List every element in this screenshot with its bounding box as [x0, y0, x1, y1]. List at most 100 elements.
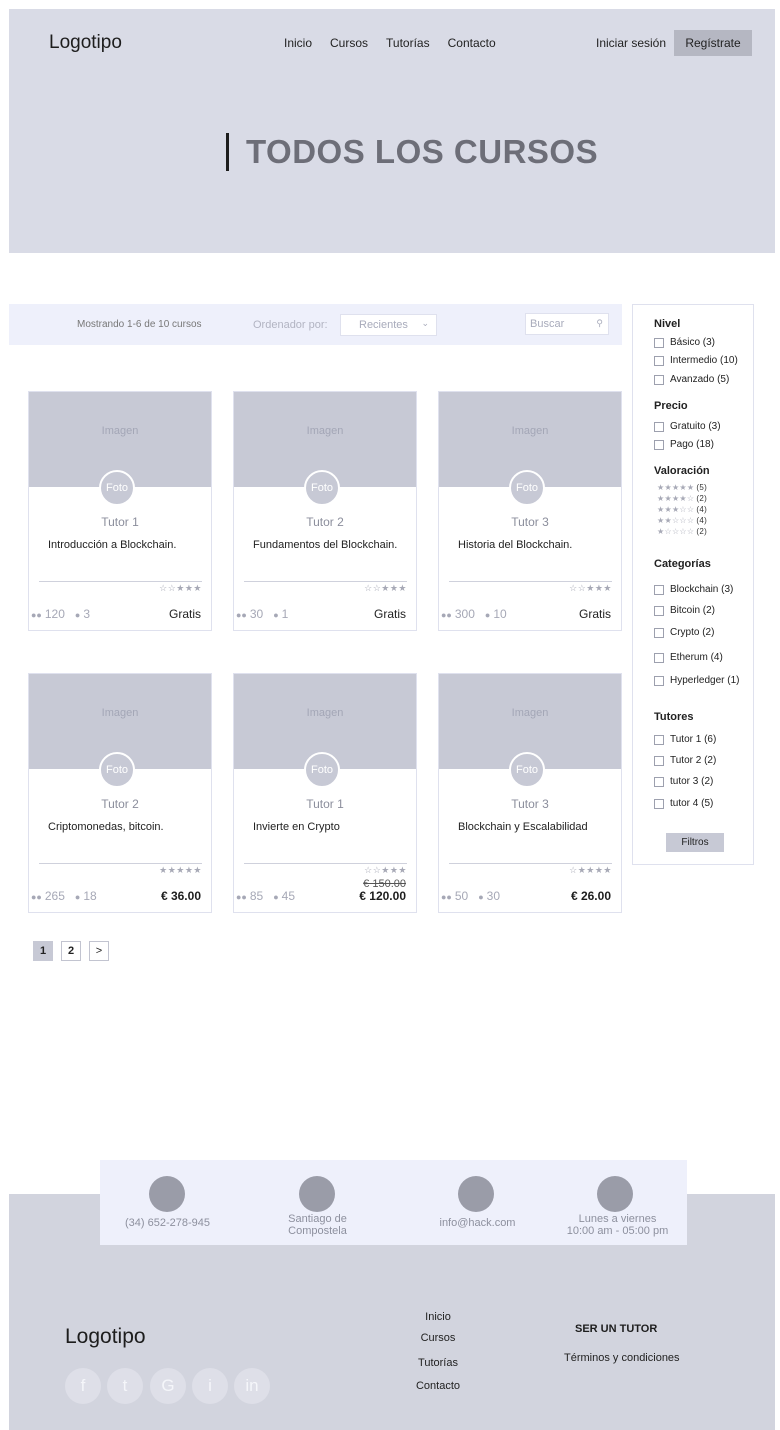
filter-option-category[interactable]: Etherum (4) [654, 652, 723, 663]
image-placeholder-label: Imagen [101, 707, 139, 719]
footer-logo[interactable]: Logotipo [65, 1325, 146, 1349]
course-title[interactable]: Criptomonedas, bitcoin. [48, 821, 164, 833]
search-input[interactable]: Buscar ⚲ [525, 313, 609, 335]
checkbox[interactable] [654, 584, 664, 595]
filter-option-tutor[interactable]: tutor 4 (5) [654, 798, 713, 809]
footer-link-contacto[interactable]: Contacto [388, 1380, 488, 1392]
course-card[interactable]: Imagen Foto Tutor 1 Invierte en Crypto ☆… [233, 673, 417, 913]
contact-phone[interactable]: (34) 652-278-945 [110, 1217, 225, 1229]
register-button[interactable]: Regístrate [674, 30, 752, 56]
course-card[interactable]: Imagen Foto Tutor 3 Historia del Blockch… [438, 391, 622, 631]
checkbox[interactable] [654, 798, 664, 809]
instagram-icon[interactable]: i [192, 1368, 228, 1404]
comments-count: ● 18 [75, 889, 97, 903]
rating-stars: ★★★☆☆ [657, 505, 695, 514]
sort-select[interactable]: Recientes ⌄ [340, 314, 437, 336]
comment-icon: ● [484, 610, 491, 620]
facebook-icon[interactable]: f [65, 1368, 101, 1404]
filter-rating-option[interactable]: ★☆☆☆☆ (2) [657, 527, 707, 536]
tutor-name[interactable]: Tutor 3 [439, 797, 621, 811]
linkedin-icon[interactable]: in [234, 1368, 270, 1404]
checkbox[interactable] [654, 755, 664, 766]
contact-hours: Lunes a viernes 10:00 am - 05:00 pm [555, 1213, 680, 1237]
comments-value: 1 [281, 607, 289, 621]
filter-rating-option[interactable]: ★★★★★ (5) [657, 483, 707, 492]
card-divider [244, 863, 407, 864]
header-logo[interactable]: Logotipo [49, 32, 122, 54]
checkbox[interactable] [654, 675, 664, 686]
checkbox[interactable] [654, 439, 664, 450]
course-card[interactable]: Imagen Foto Tutor 3 Blockchain y Escalab… [438, 673, 622, 913]
rating-count: (4) [696, 516, 708, 525]
contact-email[interactable]: info@hack.com [420, 1217, 535, 1229]
filter-heading-categories: Categorías [654, 558, 711, 570]
google-icon[interactable]: G [150, 1368, 186, 1404]
nav-item-cursos[interactable]: Cursos [330, 36, 368, 50]
search-icon[interactable]: ⚲ [596, 318, 603, 329]
tutor-name[interactable]: Tutor 2 [234, 515, 416, 529]
login-link[interactable]: Iniciar sesión [596, 36, 666, 50]
course-title[interactable]: Invierte en Crypto [253, 821, 340, 833]
filter-option-price[interactable]: Gratuito (3) [654, 421, 721, 432]
course-price: Gratis [578, 607, 611, 621]
card-divider [244, 581, 407, 582]
tutor-name[interactable]: Tutor 1 [29, 515, 211, 529]
comment-icon: ● [74, 892, 81, 902]
filter-option-label: Tutor 1 (6) [670, 734, 717, 745]
course-title[interactable]: Fundamentos del Blockchain. [253, 539, 397, 551]
become-tutor-link[interactable]: SER UN TUTOR [575, 1323, 657, 1335]
filter-option-level[interactable]: Intermedio (10) [654, 355, 738, 366]
checkbox[interactable] [654, 652, 664, 663]
tutor-name[interactable]: Tutor 1 [234, 797, 416, 811]
terms-link[interactable]: Términos y condiciones [564, 1352, 680, 1364]
course-card[interactable]: Imagen Foto Tutor 2 Fundamentos del Bloc… [233, 391, 417, 631]
filter-option-category[interactable]: Bitcoin (2) [654, 605, 715, 616]
checkbox[interactable] [654, 374, 664, 385]
checkbox[interactable] [654, 355, 664, 366]
filter-option-price[interactable]: Pago (18) [654, 439, 714, 450]
filter-heading-tutors: Tutores [654, 711, 694, 723]
course-card[interactable]: Imagen Foto Tutor 2 Criptomonedas, bitco… [28, 673, 212, 913]
filter-option-level[interactable]: Avanzado (5) [654, 374, 729, 385]
checkbox[interactable] [654, 734, 664, 745]
comments-count: ● 3 [75, 607, 90, 621]
course-meta: ●● 30 ● 1 [236, 607, 288, 621]
tutor-name[interactable]: Tutor 3 [439, 515, 621, 529]
filter-rating-option[interactable]: ★★★★☆ (2) [657, 494, 707, 503]
course-title[interactable]: Historia del Blockchain. [458, 539, 572, 551]
filter-option-level[interactable]: Básico (3) [654, 337, 715, 348]
footer-link-inicio[interactable]: Inicio [388, 1311, 488, 1323]
course-title[interactable]: Introducción a Blockchain. [48, 539, 176, 551]
nav-item-inicio[interactable]: Inicio [284, 36, 312, 50]
checkbox[interactable] [654, 421, 664, 432]
filter-rating-option[interactable]: ★★☆☆☆ (4) [657, 516, 707, 525]
filter-option-tutor[interactable]: Tutor 1 (6) [654, 734, 716, 745]
next-page-button[interactable]: > [89, 941, 109, 961]
course-card[interactable]: Imagen Foto Tutor 1 Introducción a Block… [28, 391, 212, 631]
footer-link-cursos[interactable]: Cursos [388, 1332, 488, 1344]
rating-stars: ☆☆★★★ [569, 583, 612, 593]
tutor-avatar: Foto [304, 752, 340, 788]
checkbox[interactable] [654, 627, 664, 638]
filter-option-label: Pago (18) [670, 439, 714, 450]
comments-count: ● 10 [485, 607, 507, 621]
page-button-2[interactable]: 2 [61, 941, 81, 961]
filter-option-category[interactable]: Blockchain (3) [654, 584, 733, 595]
filter-option-category[interactable]: Crypto (2) [654, 627, 714, 638]
course-title[interactable]: Blockchain y Escalabilidad [458, 821, 588, 833]
filter-option-tutor[interactable]: tutor 3 (2) [654, 776, 713, 787]
checkbox[interactable] [654, 605, 664, 616]
nav-item-tutorias[interactable]: Tutorías [386, 36, 430, 50]
page-button-1[interactable]: 1 [33, 941, 53, 961]
tutor-name[interactable]: Tutor 2 [29, 797, 211, 811]
nav-item-contacto[interactable]: Contacto [448, 36, 496, 50]
checkbox[interactable] [654, 337, 664, 348]
filter-option-category[interactable]: Hyperledger (1) [654, 675, 739, 686]
footer-link-tutorias[interactable]: Tutorías [388, 1357, 488, 1369]
filter-option-tutor[interactable]: Tutor 2 (2) [654, 755, 716, 766]
apply-filters-button[interactable]: Filtros [666, 833, 724, 852]
twitter-icon[interactable]: t [107, 1368, 143, 1404]
filter-rating-option[interactable]: ★★★☆☆ (4) [657, 505, 707, 514]
title-accent-bar [226, 133, 229, 171]
checkbox[interactable] [654, 776, 664, 787]
